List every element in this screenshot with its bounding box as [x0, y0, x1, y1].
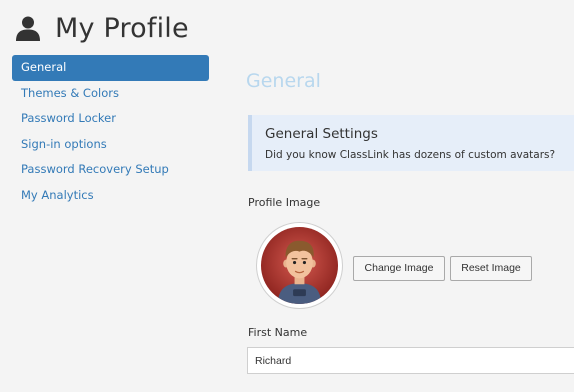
profile-page: My Profile General Themes & Colors Passw… [0, 0, 574, 392]
main-content: General General Settings Did you know Cl… [246, 60, 574, 374]
info-box-text: Did you know ClassLink has dozens of cus… [265, 149, 556, 161]
info-box-title: General Settings [265, 126, 378, 142]
sidebar-item-general[interactable]: General [12, 55, 209, 81]
section-title: General [246, 70, 321, 92]
first-name-label: First Name [248, 326, 308, 339]
user-icon [16, 16, 40, 41]
first-name-field[interactable] [247, 347, 574, 374]
sidebar-item-password-recovery-setup[interactable]: Password Recovery Setup [12, 157, 209, 183]
sidebar-item-themes-colors[interactable]: Themes & Colors [12, 81, 209, 107]
sidebar-nav: General Themes & Colors Password Locker … [12, 55, 209, 208]
general-settings-info-box: General Settings Did you know ClassLink … [248, 115, 574, 171]
sidebar-item-password-locker[interactable]: Password Locker [12, 106, 209, 132]
change-image-button[interactable]: Change Image [353, 256, 445, 281]
avatar-cartoon-icon [260, 226, 339, 305]
avatar [256, 222, 343, 309]
page-title: My Profile [55, 12, 189, 44]
reset-image-button[interactable]: Reset Image [450, 256, 532, 281]
sidebar-item-my-analytics[interactable]: My Analytics [12, 183, 209, 209]
page-header: My Profile [15, 8, 189, 48]
profile-image-label: Profile Image [248, 196, 321, 209]
sidebar-item-sign-in-options[interactable]: Sign-in options [12, 132, 209, 158]
